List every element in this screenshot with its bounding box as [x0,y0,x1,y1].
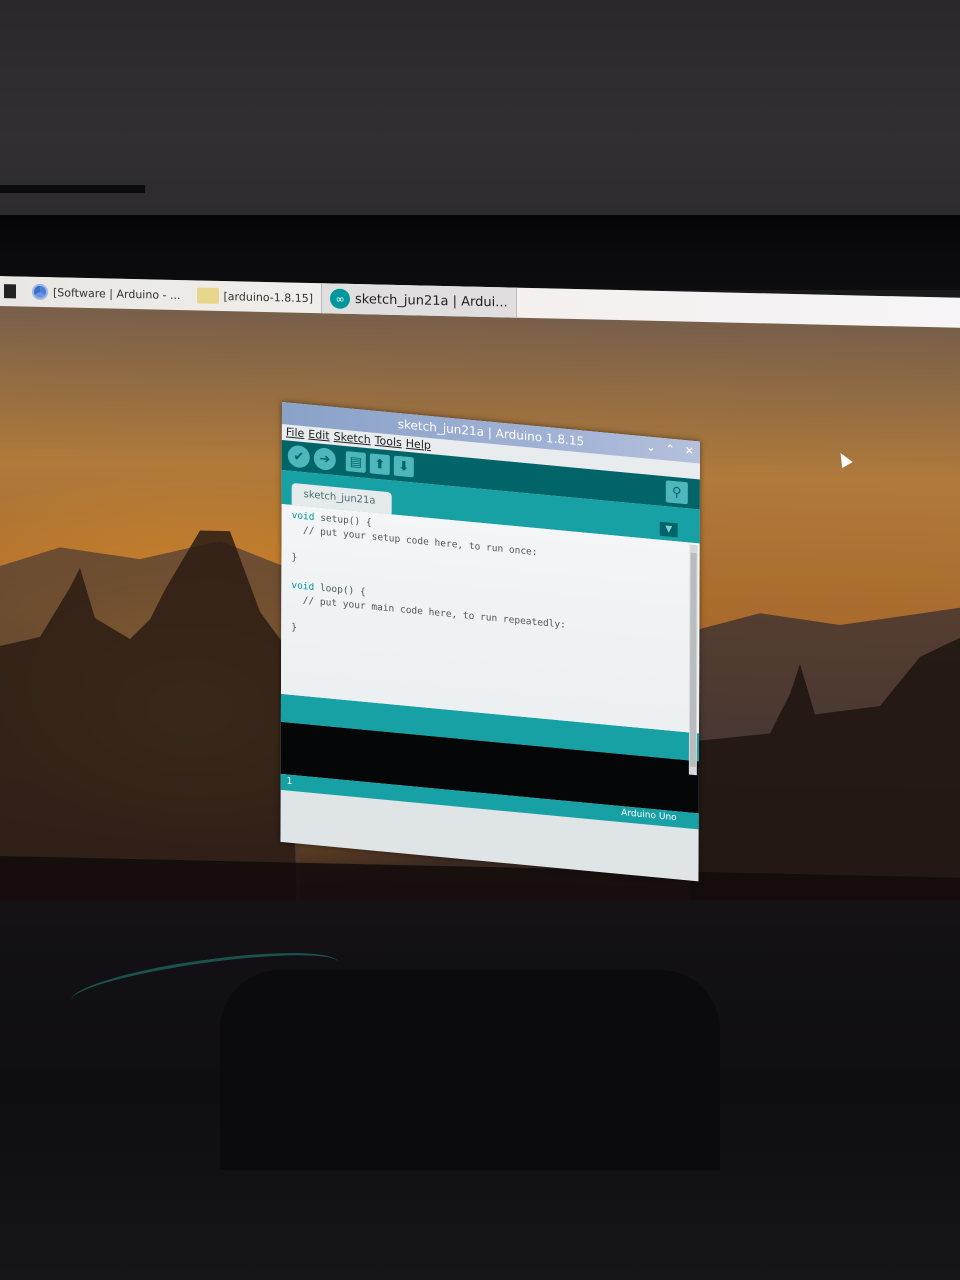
new-button[interactable]: ▤ [345,451,366,473]
task-label: [Software | Arduino - ... [53,285,181,302]
task-label: sketch_jun21a | Ardui... [355,291,508,311]
arduino-icon: ∞ [330,288,351,309]
minimize-icon[interactable]: ⌄ [646,436,655,459]
line-number: 1 [286,776,293,787]
open-button[interactable]: ⬆ [369,453,390,476]
close-icon[interactable]: ✕ [685,440,694,463]
monitor-bezel [0,215,960,290]
task-file-manager[interactable]: [arduino-1.8.15] [189,280,322,313]
maximize-icon[interactable]: ⌃ [665,438,675,461]
task-chromium[interactable]: [Software | Arduino - ... [24,277,189,311]
folder-icon [196,287,219,304]
task-terminal[interactable] [0,276,24,307]
wall-background [0,0,960,230]
board-name: Arduino Uno [621,808,677,824]
upload-button[interactable]: ➔ [313,447,336,472]
task-label: [arduino-1.8.15] [223,289,314,305]
tab-menu-button[interactable]: ▼ [659,521,678,538]
save-button[interactable]: ⬇ [393,455,414,478]
monitor-stand [220,970,720,1170]
chromium-icon [32,283,48,301]
code-editor[interactable]: void setup() { // put your setup code he… [280,503,700,776]
editor-scrollbar[interactable] [688,544,698,776]
menu-file[interactable]: File [286,424,304,442]
arduino-ide-window: sketch_jun21a | Arduino 1.8.15 ⌄ ⌃ ✕ Fil… [280,402,700,882]
terminal-icon [4,284,16,299]
task-arduino[interactable]: ∞ sketch_jun21a | Ardui... [321,283,517,318]
serial-monitor-button[interactable]: ⚲ [665,480,688,505]
verify-button[interactable]: ✔ [287,444,310,469]
